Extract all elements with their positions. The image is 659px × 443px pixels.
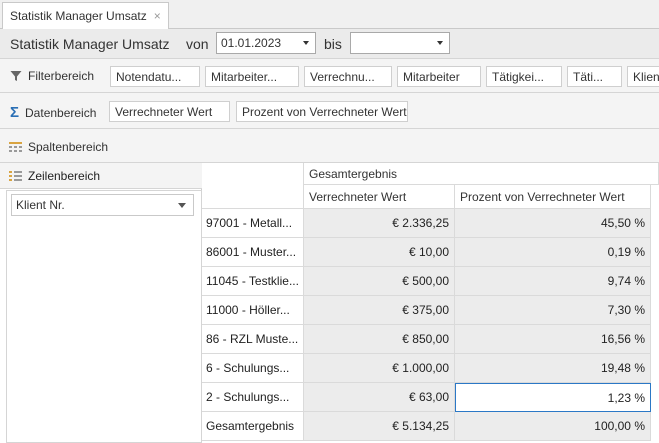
value-cell[interactable]: € 10,00 (304, 238, 455, 267)
data-field-verrechneter-wert[interactable]: Verrechneter Wert (109, 101, 230, 122)
filter-field-mitarbeiter-1[interactable]: Mitarbeiter... (205, 66, 299, 87)
data-area-label: Datenbereich (25, 105, 97, 120)
row-area-field-list (6, 190, 202, 443)
column-area-label-wrap: Spaltenbereich (9, 140, 108, 154)
percent-cell[interactable]: 45,50 % (455, 209, 651, 238)
column-header-prozent[interactable]: Prozent von Verrechneter Wert (455, 185, 651, 209)
filter-field-notendatum[interactable]: Notendatu... (110, 66, 200, 87)
value-cell[interactable]: € 375,00 (304, 296, 455, 325)
von-label: von (186, 36, 209, 52)
value-cell[interactable]: € 63,00 (304, 383, 455, 412)
bis-label: bis (324, 36, 342, 52)
filter-area-label: Filterbereich (28, 69, 95, 83)
row-field-klient-nr[interactable]: Klient Nr. (11, 194, 194, 216)
value-cell[interactable]: € 1.000,00 (304, 354, 455, 383)
chevron-down-icon (437, 41, 443, 45)
column-area-label: Spaltenbereich (28, 140, 109, 154)
chevron-down-icon[interactable] (178, 203, 186, 208)
row-label[interactable]: 97001 - Metall... (202, 209, 304, 238)
column-header-verrechneter-wert[interactable]: Verrechneter Wert (304, 185, 455, 209)
group-header-gesamtergebnis: Gesamtergebnis (304, 163, 659, 185)
filter-field-mitarbeiter-2[interactable]: Mitarbeiter (397, 66, 481, 87)
percent-cell[interactable]: 1,23 % (455, 383, 651, 412)
row-label[interactable]: 11045 - Testklie... (202, 267, 304, 296)
corner-cell (202, 163, 304, 209)
tab-statistik-manager[interactable]: Statistik Manager Umsatz × (2, 2, 169, 29)
grid-icon (9, 170, 22, 181)
total-value-cell[interactable]: € 5.134,25 (304, 412, 455, 441)
row-label[interactable]: 11000 - Höller... (202, 296, 304, 325)
data-area-label-wrap: Σ Datenbereich (10, 104, 96, 121)
row-area-label: Zeilenbereich (28, 168, 101, 183)
row-area-header: Zeilenbereich (0, 163, 202, 189)
filter-field-taetigkeit-1[interactable]: Tätigkei... (486, 66, 562, 87)
filter-field-taetigkeit-2[interactable]: Täti... (567, 66, 622, 87)
row-field-label: Klient Nr. (16, 198, 65, 212)
bis-date-select[interactable] (350, 32, 450, 54)
total-percent-cell[interactable]: 100,00 % (455, 412, 651, 441)
percent-cell[interactable]: 7,30 % (455, 296, 651, 325)
total-row-label[interactable]: Gesamtergebnis (202, 412, 304, 441)
value-cell[interactable]: € 2.336,25 (304, 209, 455, 238)
von-date-value: 01.01.2023 (221, 36, 282, 50)
grid-icon (9, 142, 22, 152)
funnel-icon (10, 71, 22, 81)
close-icon[interactable]: × (154, 9, 161, 23)
row-label[interactable]: 86 - RZL Muste... (202, 325, 304, 354)
filter-field-verrechnung[interactable]: Verrechnu... (304, 66, 392, 87)
row-label[interactable]: 6 - Schulungs... (202, 354, 304, 383)
percent-cell[interactable]: 9,74 % (455, 267, 651, 296)
chevron-down-icon (303, 41, 309, 45)
percent-cell[interactable]: 19,48 % (455, 354, 651, 383)
filter-field-klient[interactable]: Klient (627, 66, 659, 87)
sigma-icon: Σ (10, 104, 20, 121)
percent-cell[interactable]: 0,19 % (455, 238, 651, 267)
value-cell[interactable]: € 850,00 (304, 325, 455, 354)
tab-label: Statistik Manager Umsatz (10, 9, 147, 23)
row-label[interactable]: 86001 - Muster... (202, 238, 304, 267)
page-title: Statistik Manager Umsatz (10, 36, 170, 52)
value-cell[interactable]: € 500,00 (304, 267, 455, 296)
percent-cell[interactable]: 16,56 % (455, 325, 651, 354)
row-label[interactable]: 2 - Schulungs... (202, 383, 304, 412)
filter-area-label-wrap: Filterbereich (10, 69, 94, 83)
von-date-select[interactable]: 01.01.2023 (216, 32, 316, 54)
pivot-grid: Gesamtergebnis Verrechneter Wert Prozent… (202, 163, 659, 443)
data-field-prozent[interactable]: Prozent von Verrechneter Wert (236, 101, 408, 122)
